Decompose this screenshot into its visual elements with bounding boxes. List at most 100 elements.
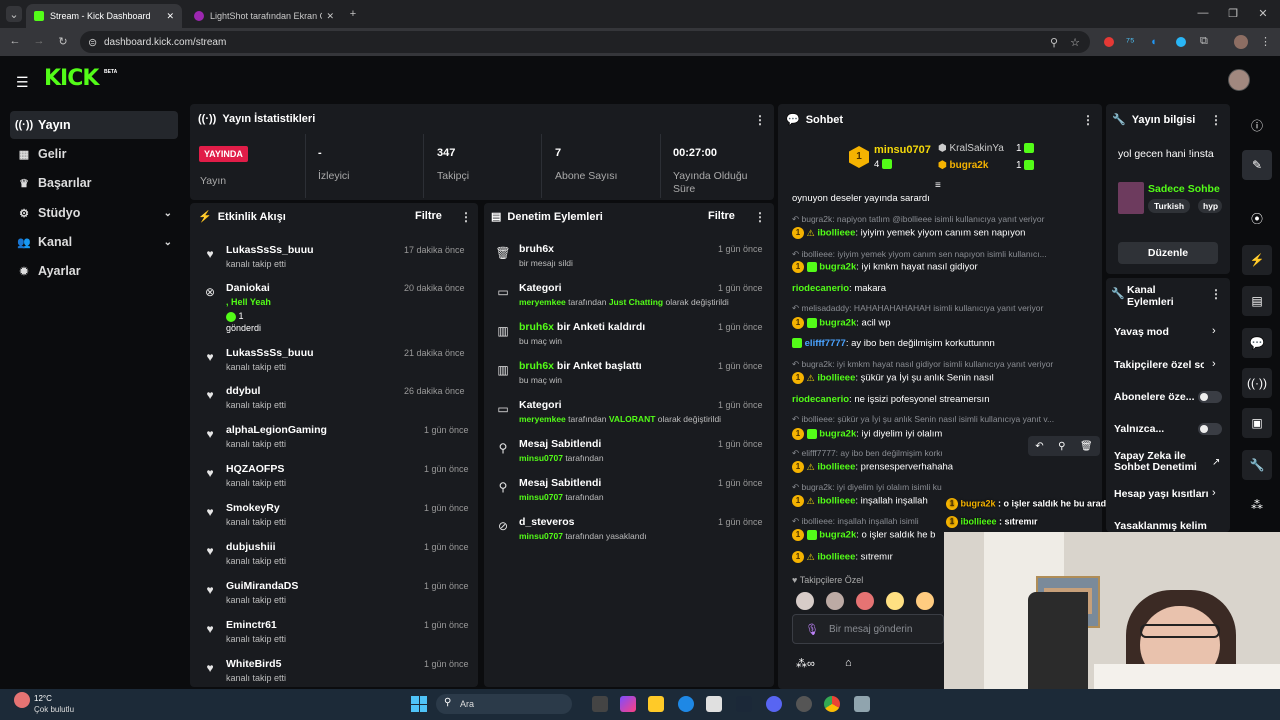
chat-username[interactable]: ibollieee — [817, 552, 855, 563]
profile-avatar[interactable] — [1234, 35, 1248, 49]
edge-icon[interactable] — [678, 696, 694, 712]
mod-user[interactable]: minsu0707 — [519, 492, 563, 502]
steam-icon[interactable] — [736, 696, 752, 712]
emote-icon[interactable] — [796, 592, 814, 610]
sidebar-item-studyo[interactable]: ⚙ Stüdyo ⌄ — [10, 199, 178, 227]
mod-user[interactable]: meryemkee — [519, 297, 566, 307]
sidebar-item-gelir[interactable]: ▦ Gelir — [10, 140, 178, 168]
store-icon[interactable]: ⌂ — [845, 657, 852, 669]
bolt-icon[interactable]: ⚡ — [1242, 245, 1272, 275]
apps-icon[interactable]: ⁂ — [1242, 490, 1272, 520]
reply-icon[interactable]: ↶ — [1035, 441, 1043, 452]
mod-category[interactable]: Just Chatting — [609, 297, 663, 307]
sidebar-item-ayarlar[interactable]: ✹ Ayarlar — [10, 257, 178, 285]
ai-moderation-button[interactable]: Yapay Zeka ile Sohbet Denetimi — [1114, 451, 1204, 473]
url-field[interactable]: ⊜ dashboard.kick.com/stream ⚲ ☆ — [80, 31, 1090, 53]
bookmark-star-icon[interactable]: ☆ — [1070, 36, 1080, 49]
forward-icon[interactable]: → — [32, 35, 46, 47]
extension-icon[interactable]: ◖ — [1150, 36, 1157, 48]
mod-user[interactable]: meryemkee — [519, 414, 566, 424]
emote-icon[interactable] — [916, 592, 934, 610]
pinned-toggle-icon[interactable]: ≡ — [935, 180, 941, 191]
chrome-icon[interactable] — [824, 696, 840, 712]
puzzle-icon[interactable]: ⧉ — [1200, 35, 1208, 48]
site-info-icon[interactable]: ⊜ — [88, 36, 97, 49]
mod-user[interactable]: minsu0707 — [519, 453, 563, 463]
menu-dots-icon[interactable]: ⋮ — [460, 210, 472, 224]
activity-username[interactable]: Eminctr61 — [226, 619, 277, 631]
sidebar-item-yayin[interactable]: ((·)) Yayın — [10, 111, 178, 139]
trash-icon[interactable]: 🗑 — [1080, 441, 1093, 452]
chat-username[interactable]: riodecanerio — [792, 283, 849, 294]
chat-username[interactable]: bugra2k — [819, 262, 856, 273]
slow-mode-button[interactable]: Yavaş mod — [1114, 326, 1169, 338]
weather-icon[interactable] — [14, 692, 30, 708]
activity-username[interactable]: alphaLegionGaming — [226, 424, 327, 436]
mod-user[interactable]: bruh6x — [519, 321, 554, 333]
menu-dots-icon[interactable]: ⋮ — [1210, 287, 1222, 301]
chat-settings-icon[interactable]: ⁂∞ — [796, 657, 815, 670]
windows-start-icon[interactable] — [411, 696, 427, 712]
activity-username[interactable]: LukasSsSs_buuu — [226, 244, 314, 256]
sidebar-item-basarilar[interactable]: ♛ Başarılar — [10, 169, 178, 197]
hamburger-menu-icon[interactable]: ☰ — [16, 74, 30, 91]
filter-button[interactable]: Filtre — [415, 210, 442, 222]
top-gifter-2[interactable]: ⬢ KralSakinYa — [938, 143, 1004, 154]
chat-username[interactable]: bugra2k — [819, 429, 856, 440]
subscribers-only-toggle[interactable] — [1198, 391, 1222, 403]
close-icon[interactable]: ✕ — [166, 11, 174, 22]
copilot-icon[interactable] — [620, 696, 636, 712]
mod-category[interactable]: VALORANT — [609, 414, 656, 424]
camera-icon[interactable]: ⦿ — [1242, 203, 1272, 233]
emote-icon[interactable] — [826, 592, 844, 610]
extension-icon[interactable]: ⁷⁵ — [1126, 36, 1135, 48]
new-tab-icon[interactable]: + — [346, 7, 360, 21]
task-view-icon[interactable] — [592, 696, 608, 712]
chat-username[interactable]: ibollieee — [817, 373, 855, 384]
chat-username[interactable]: ibollieee — [817, 228, 855, 239]
file-explorer-icon[interactable] — [648, 696, 664, 712]
extension-icon[interactable] — [1176, 37, 1186, 47]
activity-username[interactable]: WhiteBird5 — [226, 658, 281, 670]
account-age-button[interactable]: Hesap yaşı kısıtları — [1114, 488, 1209, 500]
pin-icon[interactable]: ⚲ — [1058, 441, 1065, 452]
zoom-icon[interactable]: ⚲ — [1050, 36, 1058, 49]
chat-username[interactable]: bugra2k — [819, 530, 856, 541]
back-icon[interactable]: ← — [8, 35, 22, 47]
menu-dots-icon[interactable]: ⋮ — [1210, 113, 1222, 127]
category-name[interactable]: Sadece Sohbe — [1148, 183, 1222, 195]
chat-bubble-icon[interactable]: 💬 — [1242, 328, 1272, 358]
chat-username[interactable]: riodecanerio — [792, 394, 849, 405]
activity-username[interactable]: LukasSsSs_buuu — [226, 347, 314, 359]
tab-lightshot[interactable]: LightShot tarafından Ekran Gör ✕ — [186, 4, 342, 28]
menu-dots-icon[interactable]: ⋮ — [754, 210, 766, 224]
broadcast-icon[interactable]: ((·)) — [1242, 368, 1272, 398]
minimize-icon[interactable]: — — [1196, 7, 1210, 19]
kick-logo[interactable]: KICK — [44, 66, 99, 91]
tab-kick-dashboard[interactable]: Stream - Kick Dashboard ✕ — [26, 4, 182, 28]
pencil-icon[interactable]: ✎ — [1242, 150, 1272, 180]
activity-username[interactable]: Daniokai — [226, 282, 270, 294]
settings-icon[interactable] — [854, 696, 870, 712]
chat-username[interactable]: ibollieee — [817, 462, 855, 473]
taskbar-search[interactable]: ⚲ Ara — [436, 694, 572, 714]
tag-chip[interactable]: hyp — [1198, 199, 1222, 213]
info-icon[interactable]: ⓘ — [1242, 110, 1272, 140]
followers-only-chat-button[interactable]: Takipçilere özel so — [1114, 359, 1204, 371]
filter-button[interactable]: Filtre — [708, 210, 735, 222]
activity-username[interactable]: HQZAOFPS — [226, 463, 284, 475]
sidebar-item-kanal[interactable]: 👥 Kanal ⌄ — [10, 228, 178, 256]
tag-chip[interactable]: Turkish — [1148, 199, 1191, 213]
edit-button[interactable]: Düzenle — [1118, 242, 1218, 264]
user-avatar[interactable] — [1228, 69, 1250, 91]
activity-username[interactable]: GuiMirandaDS — [226, 580, 298, 592]
chat-username[interactable]: bugra2k — [819, 318, 856, 329]
top-gifter-name[interactable]: minsu0707 — [874, 144, 931, 156]
banned-words-button[interactable]: Yasaklanmış kelim — [1114, 520, 1207, 532]
activity-username[interactable]: ddybul — [226, 385, 260, 397]
activity-username[interactable]: dubjushiii — [226, 541, 276, 553]
chat-username[interactable]: elifff7777 — [805, 338, 846, 349]
tab-search-icon[interactable]: ⌄ — [6, 6, 22, 22]
tools-icon[interactable]: ▣ — [1242, 408, 1272, 438]
wrench-icon[interactable]: 🔧 — [1242, 450, 1272, 480]
